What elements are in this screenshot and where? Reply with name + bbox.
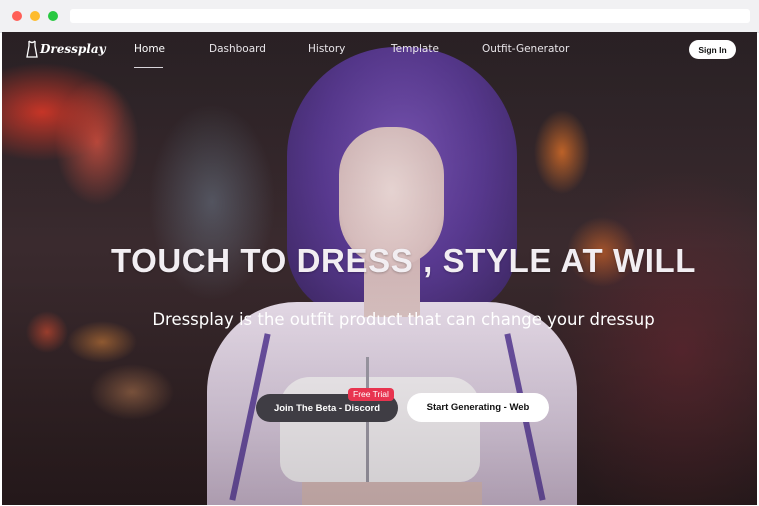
nav-item-template[interactable]: Template [391, 43, 439, 55]
hero-headline: TOUCH TO DRESS , STYLE AT WILL [110, 242, 697, 279]
close-window-button[interactable] [12, 11, 22, 21]
nav-item-outfit-generator[interactable]: Outfit-Generator [482, 43, 569, 55]
hero-section: Dressplay Home Dashboard History Templat… [2, 32, 757, 505]
nav-item-history[interactable]: History [308, 43, 345, 55]
start-generating-web-button[interactable]: Start Generating - Web [407, 393, 549, 422]
free-trial-badge: Free Trial [348, 388, 394, 401]
sign-in-button[interactable]: Sign In [689, 40, 736, 59]
nav-item-home[interactable]: Home [134, 43, 165, 55]
hero-subheadline: Dressplay is the outfit product that can… [152, 310, 655, 329]
maximize-window-button[interactable] [48, 11, 58, 21]
nav-item-dashboard[interactable]: Dashboard [209, 43, 266, 55]
address-bar[interactable] [70, 9, 750, 23]
nav-active-indicator [134, 67, 163, 68]
brand-logo[interactable]: Dressplay [26, 40, 106, 58]
brand-name: Dressplay [40, 42, 106, 56]
minimize-window-button[interactable] [30, 11, 40, 21]
top-navbar: Dressplay Home Dashboard History Templat… [2, 32, 757, 72]
hanger-dress-icon [26, 40, 38, 58]
browser-chrome [0, 0, 759, 33]
